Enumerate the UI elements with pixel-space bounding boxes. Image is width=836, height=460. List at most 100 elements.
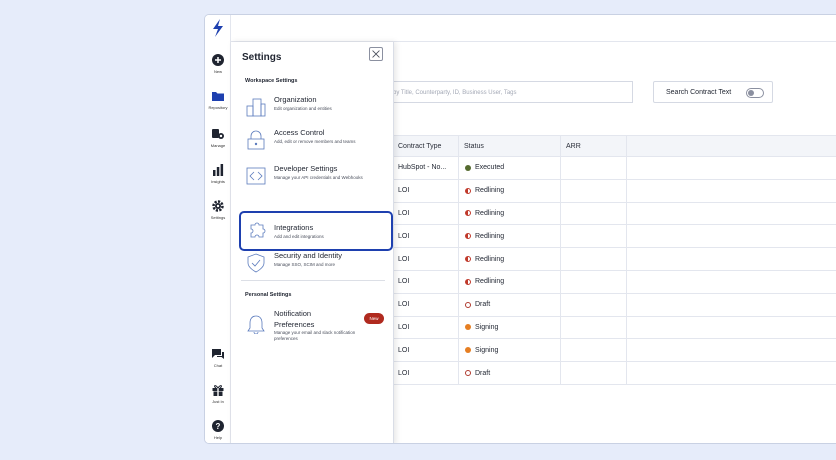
rail-item-manage[interactable]: Manage [205,127,231,148]
table-row[interactable]: LOI Redlining [393,179,836,203]
status-text: Redlining [475,278,505,286]
table-row[interactable]: LOI Signing [393,316,836,340]
cell-arr [561,179,627,202]
contracts-table: Contract Type Status ARR HubSpot - No...… [393,135,836,385]
status-text: Draft [475,301,491,309]
menu-description: Add, edit or remove members and teams [274,139,356,144]
column-header-contract-type[interactable]: Contract Type [393,136,459,156]
table-row[interactable]: LOI Redlining [393,248,836,271]
menu-description: Edit organization and entities [274,106,332,111]
status-dot-icon [465,233,471,240]
column-header-arr[interactable]: ARR [561,136,627,156]
settings-item-organization[interactable]: Organization Edit organization and entit… [237,89,389,124]
plus-circle-icon [212,54,224,66]
status-dot-icon [465,164,471,171]
cell-arr [561,339,627,362]
status-dot-icon [465,256,471,263]
cell-status: Draft [459,293,561,316]
status-dot-icon [465,347,471,354]
cell-contract-type: LOI [393,225,459,248]
table-row[interactable]: LOI Redlining [393,225,836,249]
app-window: New Repository Manage Insights Settings … [204,14,836,444]
personal-settings-label: Personal Settings [245,292,292,298]
menu-description: Manage your API credentials and Webhooks [274,175,363,180]
cell-status: Redlining [459,270,561,293]
close-icon[interactable] [369,47,383,61]
settings-item-security-identity[interactable]: Security and Identity Manage SSO, SCIM a… [237,245,389,280]
cell-status: Signing [459,316,561,339]
rail-item-settings[interactable]: Settings [205,199,231,220]
cell-contract-type: LOI [393,248,459,270]
cell-status: Executed [459,157,561,179]
status-dot-icon [465,324,471,331]
gift-icon [212,385,224,396]
column-header-status[interactable]: Status [459,136,561,156]
menu-title: Security and Identity [274,251,342,260]
table-row[interactable]: HubSpot - No... Executed [393,157,836,180]
table-row[interactable]: LOI Draft [393,362,836,385]
cell-contract-type: HubSpot - No... [393,157,459,179]
menu-description: Manage SSO, SCIM and more [274,262,336,267]
left-rail: New Repository Manage Insights Settings … [205,15,231,443]
rail-item-help[interactable]: ? Help [205,419,231,440]
toggle-switch[interactable] [746,88,764,98]
search-contract-text-toggle[interactable]: Search Contract Text [653,81,773,103]
settings-item-access-control[interactable]: Access Control Add, edit or remove membe… [237,122,389,157]
rail-item-insights[interactable]: Insights [205,163,231,184]
cell-status: Redlining [459,225,561,248]
status-text: Draft [475,369,491,377]
menu-title: Integrations [274,223,314,232]
folder-icon [212,92,224,101]
menu-title-line2: Preferences [274,320,315,329]
status-dot-icon [465,210,471,217]
table-row[interactable]: LOI Redlining [393,270,836,294]
workspace-settings-label: Workspace Settings [245,78,298,84]
table-body: HubSpot - No... Executed LOI Redlining LOI Re… [393,157,836,385]
rail-item-chat[interactable]: Chat [205,347,231,368]
divider [241,280,385,281]
status-dot-icon [465,370,471,377]
bar-chart-icon [213,164,224,176]
cell-status: Redlining [459,202,561,225]
table-row[interactable]: LOI Draft [393,293,836,317]
code-icon [246,167,266,185]
rail-item-new[interactable]: New [205,53,231,74]
rail-item-repository[interactable]: Repository [205,89,231,110]
cell-status: Signing [459,339,561,362]
menu-title: Access Control [274,128,325,137]
rail-item-just-in[interactable]: Just In [205,383,231,404]
table-row[interactable]: LOI Signing [393,339,836,363]
settings-item-developer-settings[interactable]: Developer Settings Manage your API crede… [237,158,389,193]
cell-arr [561,293,627,316]
menu-title: Developer Settings [274,164,338,173]
settings-panel: Settings Workspace Settings Organization… [231,42,394,443]
menu-description: Manage your email and slack notification… [274,330,356,341]
rail-label: Repository [208,105,228,110]
puzzle-icon [250,222,266,238]
cell-arr [561,270,627,293]
settings-item-notification-preferences[interactable]: Notification Preferences Manage your ema… [237,304,389,352]
new-badge: New [364,313,384,324]
menu-title: Organization [274,95,317,104]
status-text: Redlining [475,209,505,217]
rail-label: New [213,69,222,74]
cell-status: Redlining [459,179,561,202]
cell-status: Redlining [459,248,561,270]
status-text: Redlining [475,187,505,195]
bell-icon [247,315,265,334]
cell-arr [561,157,627,179]
table-header: Contract Type Status ARR [393,135,836,157]
svg-text:?: ? [216,422,221,431]
organization-icon [246,98,266,117]
rail-label: Settings [210,215,226,220]
table-row[interactable]: LOI Redlining [393,202,836,226]
app-logo-icon[interactable] [209,18,227,38]
cell-arr [561,248,627,270]
status-dot-icon [465,278,471,285]
cell-arr [561,316,627,339]
cell-contract-type: LOI [393,202,459,225]
status-text: Executed [475,164,505,172]
help-icon: ? [212,420,224,432]
search-input[interactable]: rch by Title, Counterparty, ID, Business… [375,81,633,103]
cell-contract-type: LOI [393,362,459,384]
